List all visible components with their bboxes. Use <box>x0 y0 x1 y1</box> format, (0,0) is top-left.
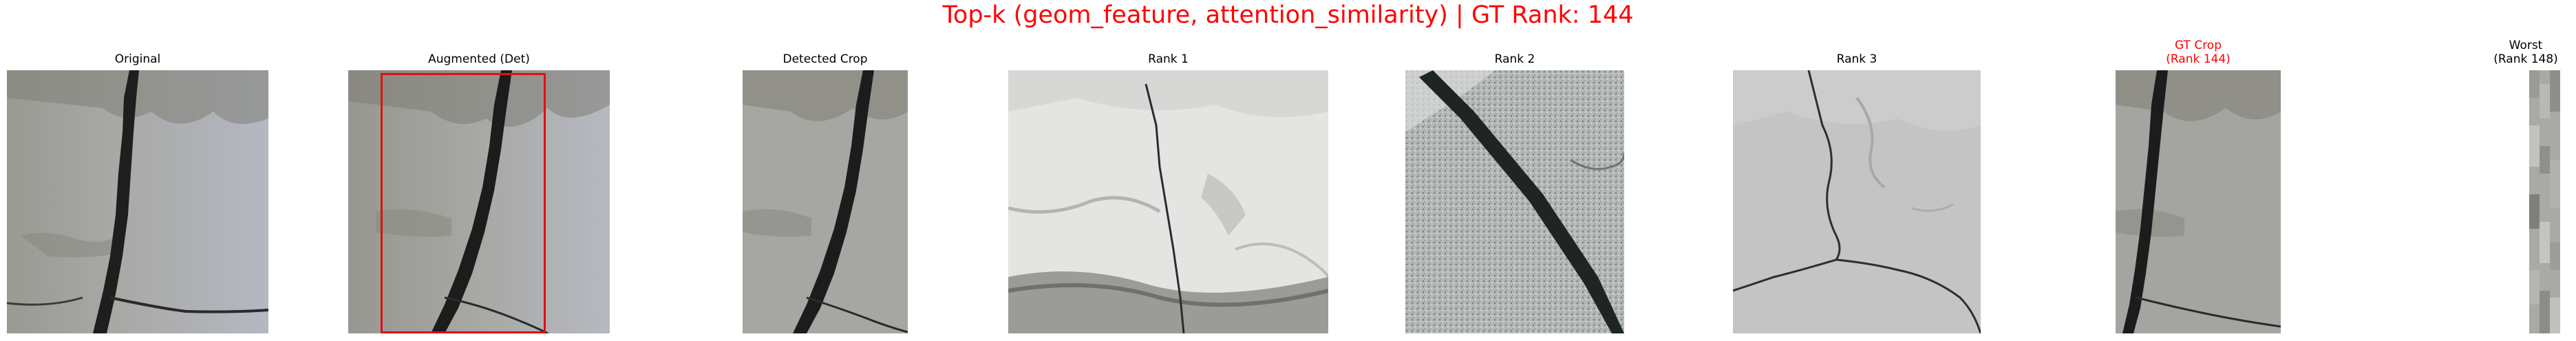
worst-image <box>2529 70 2560 333</box>
panel-title-original: Original <box>114 52 161 66</box>
rank2-image <box>1405 70 1624 333</box>
figure-title: Top-k (geom_feature, attention_similarit… <box>942 1 1634 29</box>
panel-title-worst-line2: (Rank 148) <box>2493 52 2558 66</box>
concrete-crack-crop-image <box>743 70 908 333</box>
rank3-image <box>1733 70 1981 333</box>
panel-title-gt-line1: GT Crop <box>2174 39 2222 52</box>
diagonal-crack-speckled-image <box>1405 70 1624 333</box>
panel-title-rank1: Rank 1 <box>1148 52 1189 66</box>
original-image <box>7 70 268 333</box>
detected-crop-image <box>743 70 908 333</box>
concrete-crack-image <box>7 70 268 333</box>
concrete-crack-gt-image <box>2116 70 2281 333</box>
panel-title-rank2: Rank 2 <box>1494 52 1535 66</box>
augmented-image <box>348 70 610 333</box>
detection-box <box>381 73 546 333</box>
panel-title-detected: Detected Crop <box>783 52 868 66</box>
gt-crop-image <box>2116 70 2281 333</box>
panel-title-gt: GT Crop (Rank 144) <box>2116 39 2281 66</box>
panel-title-worst-line1: Worst <box>2509 39 2543 52</box>
panel-title-rank3: Rank 3 <box>1836 52 1877 66</box>
narrow-grey-strip-image <box>2529 70 2560 333</box>
white-plaster-crack-image <box>1008 70 1328 333</box>
panel-title-worst: Worst (Rank 148) <box>2491 39 2560 66</box>
branching-crack-grey-image <box>1733 70 1981 333</box>
panel-title-augmented: Augmented (Det) <box>428 52 530 66</box>
panel-title-gt-line2: (Rank 144) <box>2166 52 2231 66</box>
rank1-image <box>1008 70 1328 333</box>
